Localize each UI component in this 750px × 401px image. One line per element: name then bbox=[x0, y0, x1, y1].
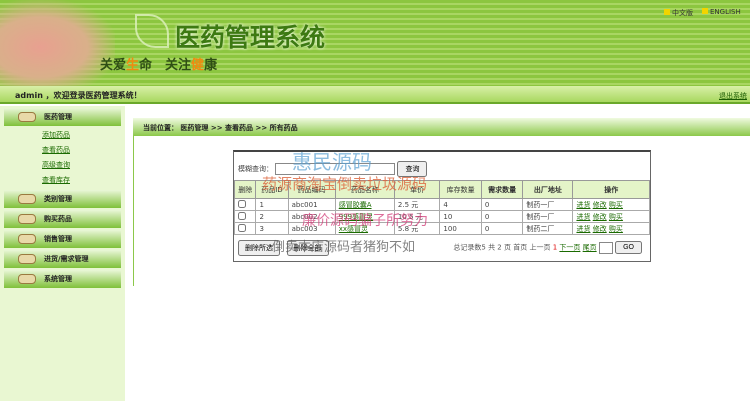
col-code: 药品编码 bbox=[287, 180, 336, 199]
actions-cell: 进货 修改 购买 bbox=[572, 222, 650, 235]
table-row: 1 abc001 感冒胶囊A 2.5 元 4 0 制药一厂 进货 修改 购买 bbox=[233, 198, 650, 211]
col-price: 单价 bbox=[393, 180, 441, 199]
sub-advanced-search[interactable]: 高级查询 bbox=[0, 158, 125, 173]
menu-sales[interactable]: 销售管理 bbox=[4, 230, 121, 248]
action-link-edit[interactable]: 修改 bbox=[593, 201, 607, 209]
cell: 10 bbox=[439, 210, 482, 223]
square-icon bbox=[664, 9, 670, 15]
cell: 0 bbox=[480, 198, 524, 211]
cell: 0 bbox=[480, 210, 524, 223]
next-page-link[interactable]: 下一页 bbox=[559, 244, 580, 252]
delete-all-button[interactable]: 删除全部 bbox=[286, 240, 329, 256]
row-checkbox[interactable] bbox=[233, 222, 257, 235]
menu-medicine[interactable]: 医药管理 bbox=[4, 108, 121, 126]
cell: abc001 bbox=[287, 198, 336, 211]
row-checkbox[interactable] bbox=[233, 198, 257, 211]
table-footer: 删除所选 删除全部 总记录数5 共 2 页 首页 上一页 1 下一页 尾页 GO bbox=[234, 235, 650, 259]
first-page-link[interactable]: 首页 bbox=[513, 244, 527, 252]
col-delete: 删除 bbox=[233, 180, 257, 199]
cell: abc003 bbox=[287, 222, 336, 235]
cell: 1 bbox=[255, 198, 289, 211]
medicine-panel: 模糊查询： 查询 删除 药品ID 药品编码 药品名称 单价 库存数量 需求数量 … bbox=[233, 150, 651, 262]
pagination: 总记录数5 共 2 页 首页 上一页 1 下一页 尾页 GO bbox=[453, 241, 646, 254]
col-stock: 库存数量 bbox=[439, 180, 482, 199]
action-link-restock[interactable]: 进货 bbox=[576, 225, 590, 233]
col-factory: 出厂地址 bbox=[522, 180, 574, 199]
menu-stock-demand[interactable]: 进货/需求管理 bbox=[4, 250, 121, 268]
leaf-logo-icon bbox=[135, 14, 169, 48]
sidebar: 医药管理 添加药品 查看药品 高级查询 查看库存 类别管理 购买药品 销售管理 … bbox=[0, 106, 125, 401]
last-page-link[interactable]: 尾页 bbox=[583, 244, 597, 252]
action-link-edit[interactable]: 修改 bbox=[593, 225, 607, 233]
sub-view-medicine[interactable]: 查看药品 bbox=[0, 143, 125, 158]
welcome-text: admin ，欢迎登录医药管理系统！ bbox=[15, 91, 142, 100]
pill-icon bbox=[18, 254, 36, 264]
medicine-name-link[interactable]: xx感冒灵 bbox=[339, 225, 368, 233]
square-icon bbox=[702, 8, 708, 14]
sub-add-medicine[interactable]: 添加药品 bbox=[0, 128, 125, 143]
go-button[interactable]: GO bbox=[615, 241, 642, 254]
pill-icon bbox=[18, 112, 36, 122]
action-link-buy[interactable]: 购买 bbox=[609, 225, 623, 233]
app-logo: 医药管理系统 bbox=[175, 23, 326, 52]
col-demand: 需求数量 bbox=[480, 180, 524, 199]
action-link-buy[interactable]: 购买 bbox=[609, 213, 623, 221]
action-link-buy[interactable]: 购买 bbox=[609, 201, 623, 209]
menu-purchase[interactable]: 购买药品 bbox=[4, 210, 121, 228]
actions-cell: 进货 修改 购买 bbox=[572, 210, 650, 223]
header-banner: 医药管理系统 关爱生命 关注健康 中文版 ENGLISH bbox=[0, 0, 750, 86]
action-link-restock[interactable]: 进货 bbox=[576, 201, 590, 209]
search-input[interactable] bbox=[275, 163, 396, 175]
action-link-edit[interactable]: 修改 bbox=[593, 213, 607, 221]
pill-icon bbox=[18, 274, 36, 284]
delete-selected-button[interactable]: 删除所选 bbox=[238, 240, 280, 256]
cell: 5.8 元 bbox=[393, 222, 441, 235]
action-link-restock[interactable]: 进货 bbox=[576, 213, 590, 221]
cell: 100 bbox=[439, 222, 482, 235]
table-row: 3 abc003 xx感冒灵 5.8 元 100 0 制药二厂 进货 修改 购买 bbox=[233, 222, 650, 235]
pill-image bbox=[0, 0, 115, 86]
medicine-name-link[interactable]: 感冒胶囊A bbox=[339, 201, 372, 209]
slogan: 关爱生命 关注健康 bbox=[100, 58, 218, 73]
welcome-bar: admin ，欢迎登录医药管理系统！ 退出系统 bbox=[0, 86, 750, 104]
search-row: 模糊查询： 查询 bbox=[234, 152, 650, 180]
table-header: 删除 药品ID 药品编码 药品名称 单价 库存数量 需求数量 出厂地址 操作 bbox=[233, 180, 650, 199]
actions-cell: 进货 修改 购买 bbox=[572, 198, 650, 211]
cell: 2 bbox=[255, 210, 289, 223]
logout-link[interactable]: 退出系统 bbox=[719, 91, 747, 101]
prev-page-link[interactable]: 上一页 bbox=[529, 244, 550, 252]
pill-icon bbox=[18, 234, 36, 244]
page-input[interactable] bbox=[598, 241, 613, 254]
pill-icon bbox=[18, 214, 36, 224]
menu-category[interactable]: 类别管理 bbox=[4, 190, 121, 208]
main-content: 当前位置： 医药管理 >> 查看药品 >> 所有药品 模糊查询： 查询 删除 药… bbox=[125, 106, 750, 401]
cell: 10.5 元 bbox=[393, 210, 441, 223]
lang-chinese-link[interactable]: 中文版 bbox=[664, 8, 693, 18]
cell: 制药二厂 bbox=[522, 222, 574, 235]
cell: 4 bbox=[439, 198, 482, 211]
pill-icon bbox=[18, 194, 36, 204]
lang-english-link[interactable]: ENGLISH bbox=[702, 8, 741, 16]
menu-system[interactable]: 系统管理 bbox=[4, 270, 121, 288]
col-actions: 操作 bbox=[572, 180, 650, 199]
cell: 0 bbox=[480, 222, 524, 235]
search-button[interactable]: 查询 bbox=[397, 161, 428, 177]
cell: 3 bbox=[255, 222, 289, 235]
cell: 2.5 元 bbox=[393, 198, 441, 211]
medicine-table: 删除 药品ID 药品编码 药品名称 单价 库存数量 需求数量 出厂地址 操作 1… bbox=[233, 180, 650, 235]
current-page: 1 bbox=[552, 243, 558, 252]
total-records: 总记录数5 共 2 页 bbox=[453, 243, 511, 252]
medicine-name-link[interactable]: 999感冒灵 bbox=[339, 213, 373, 221]
search-label: 模糊查询： bbox=[238, 165, 273, 173]
table-row: 2 abc002 999感冒灵 10.5 元 10 0 制药一厂 进货 修改 购买 bbox=[233, 210, 650, 223]
row-checkbox[interactable] bbox=[233, 210, 257, 223]
breadcrumb: 当前位置： 医药管理 >> 查看药品 >> 所有药品 bbox=[133, 118, 750, 136]
cell: 制药一厂 bbox=[522, 198, 574, 211]
cell: abc002 bbox=[287, 210, 336, 223]
col-name: 药品名称 bbox=[334, 180, 395, 199]
cell: 制药一厂 bbox=[522, 210, 574, 223]
sub-view-stock[interactable]: 查看库存 bbox=[0, 173, 125, 188]
col-id: 药品ID bbox=[255, 180, 289, 199]
